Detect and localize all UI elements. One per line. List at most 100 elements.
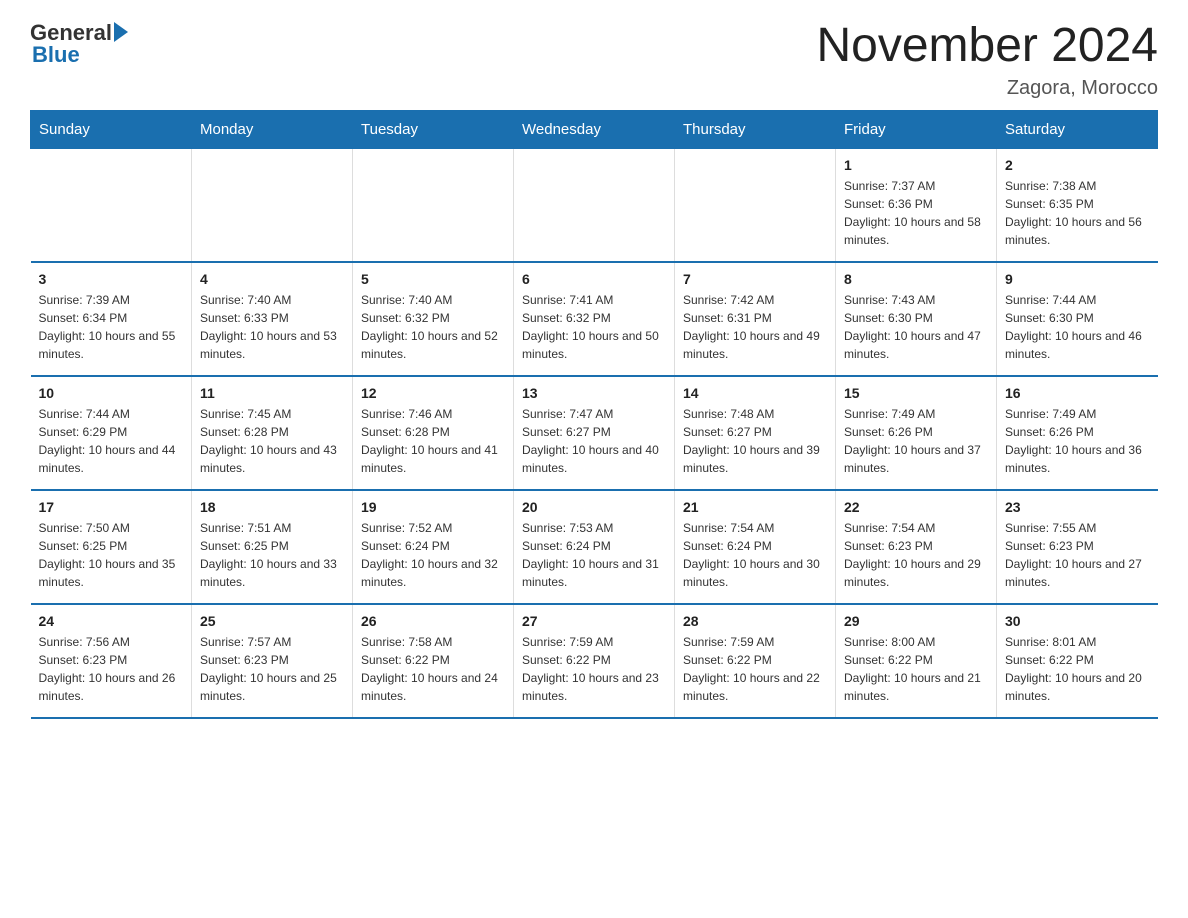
day-number: 13: [522, 385, 666, 401]
calendar-week-1: 1 Sunrise: 7:37 AMSunset: 6:36 PMDaylight…: [31, 148, 1158, 262]
day-number: 20: [522, 499, 666, 515]
day-number: 12: [361, 385, 505, 401]
calendar-day: 3 Sunrise: 7:39 AMSunset: 6:34 PMDaylight…: [31, 262, 192, 376]
day-info: Sunrise: 7:38 AMSunset: 6:35 PMDaylight:…: [1005, 177, 1150, 249]
calendar-day: 16 Sunrise: 7:49 AMSunset: 6:26 PMDayligh…: [997, 376, 1158, 490]
calendar-week-4: 17 Sunrise: 7:50 AMSunset: 6:25 PMDayligh…: [31, 490, 1158, 604]
day-info: Sunrise: 7:59 AMSunset: 6:22 PMDaylight:…: [522, 633, 666, 705]
calendar-day: 30Sunrise: 8:01 AMSunset: 6:22 PMDayligh…: [997, 604, 1158, 718]
day-number: 7: [683, 271, 827, 287]
day-number: 18: [200, 499, 344, 515]
day-info: Sunrise: 7:48 AMSunset: 6:27 PMDaylight:…: [683, 405, 827, 477]
calendar-week-3: 10 Sunrise: 7:44 AMSunset: 6:29 PMDayligh…: [31, 376, 1158, 490]
weekday-header-row: SundayMondayTuesdayWednesdayThursdayFrid…: [31, 110, 1158, 148]
day-info: Sunrise: 7:58 AMSunset: 6:22 PMDaylight:…: [361, 633, 505, 705]
logo-blue-text: Blue: [32, 42, 80, 68]
calendar-day: 6Sunrise: 7:41 AMSunset: 6:32 PMDaylight…: [514, 262, 675, 376]
day-number: 4: [200, 271, 344, 287]
day-info: Sunrise: 7:42 AMSunset: 6:31 PMDaylight:…: [683, 291, 827, 363]
day-info: Sunrise: 7:41 AMSunset: 6:32 PMDaylight:…: [522, 291, 666, 363]
calendar-header: SundayMondayTuesdayWednesdayThursdayFrid…: [31, 110, 1158, 148]
day-info: Sunrise: 7:46 AMSunset: 6:28 PMDaylight:…: [361, 405, 505, 477]
calendar-day: 13 Sunrise: 7:47 AMSunset: 6:27 PMDayligh…: [514, 376, 675, 490]
calendar-day: 22 Sunrise: 7:54 AMSunset: 6:23 PMDayligh…: [836, 490, 997, 604]
weekday-header-monday: Monday: [192, 110, 353, 148]
calendar-day: 17 Sunrise: 7:50 AMSunset: 6:25 PMDayligh…: [31, 490, 192, 604]
title-area: November 2024 Zagora, Morocco: [816, 20, 1158, 100]
day-info: Sunrise: 7:49 AMSunset: 6:26 PMDaylight:…: [844, 405, 988, 477]
calendar-day: 9Sunrise: 7:44 AMSunset: 6:30 PMDaylight…: [997, 262, 1158, 376]
day-number: 23: [1005, 499, 1150, 515]
calendar-day: 7 Sunrise: 7:42 AMSunset: 6:31 PMDaylight…: [675, 262, 836, 376]
calendar-body: 1 Sunrise: 7:37 AMSunset: 6:36 PMDaylight…: [31, 148, 1158, 718]
weekday-header-friday: Friday: [836, 110, 997, 148]
day-number: 16: [1005, 385, 1150, 401]
day-number: 17: [39, 499, 184, 515]
day-info: Sunrise: 7:56 AMSunset: 6:23 PMDaylight:…: [39, 633, 184, 705]
day-number: 26: [361, 613, 505, 629]
day-info: Sunrise: 7:57 AMSunset: 6:23 PMDaylight:…: [200, 633, 344, 705]
calendar-day: [675, 148, 836, 262]
calendar-day: [353, 148, 514, 262]
day-number: 25: [200, 613, 344, 629]
day-info: Sunrise: 7:51 AMSunset: 6:25 PMDaylight:…: [200, 519, 344, 591]
calendar-day: 8Sunrise: 7:43 AMSunset: 6:30 PMDaylight…: [836, 262, 997, 376]
day-number: 21: [683, 499, 827, 515]
logo-arrow-icon: [114, 22, 128, 42]
day-number: 11: [200, 385, 344, 401]
day-number: 22: [844, 499, 988, 515]
day-info: Sunrise: 7:40 AMSunset: 6:33 PMDaylight:…: [200, 291, 344, 363]
calendar-day: 14Sunrise: 7:48 AMSunset: 6:27 PMDayligh…: [675, 376, 836, 490]
calendar-day: 2 Sunrise: 7:38 AMSunset: 6:35 PMDaylight…: [997, 148, 1158, 262]
month-title: November 2024: [816, 20, 1158, 73]
page-header: General Blue November 2024 Zagora, Moroc…: [30, 20, 1158, 100]
location-label: Zagora, Morocco: [816, 77, 1158, 100]
day-info: Sunrise: 7:52 AMSunset: 6:24 PMDaylight:…: [361, 519, 505, 591]
calendar-table: SundayMondayTuesdayWednesdayThursdayFrid…: [30, 110, 1158, 719]
calendar-day: 28 Sunrise: 7:59 AMSunset: 6:22 PMDayligh…: [675, 604, 836, 718]
weekday-header-sunday: Sunday: [31, 110, 192, 148]
calendar-day: [514, 148, 675, 262]
day-info: Sunrise: 7:44 AMSunset: 6:29 PMDaylight:…: [39, 405, 184, 477]
day-number: 2: [1005, 157, 1150, 173]
weekday-header-tuesday: Tuesday: [353, 110, 514, 148]
day-info: Sunrise: 7:49 AMSunset: 6:26 PMDaylight:…: [1005, 405, 1150, 477]
day-number: 10: [39, 385, 184, 401]
day-number: 28: [683, 613, 827, 629]
calendar-day: 19 Sunrise: 7:52 AMSunset: 6:24 PMDayligh…: [353, 490, 514, 604]
day-number: 15: [844, 385, 988, 401]
calendar-week-5: 24 Sunrise: 7:56 AMSunset: 6:23 PMDayligh…: [31, 604, 1158, 718]
calendar-day: 26 Sunrise: 7:58 AMSunset: 6:22 PMDayligh…: [353, 604, 514, 718]
calendar-day: 10 Sunrise: 7:44 AMSunset: 6:29 PMDayligh…: [31, 376, 192, 490]
calendar-day: [31, 148, 192, 262]
calendar-day: 1 Sunrise: 7:37 AMSunset: 6:36 PMDaylight…: [836, 148, 997, 262]
logo: General Blue: [30, 20, 128, 68]
day-info: Sunrise: 7:37 AMSunset: 6:36 PMDaylight:…: [844, 177, 988, 249]
day-info: Sunrise: 7:40 AMSunset: 6:32 PMDaylight:…: [361, 291, 505, 363]
day-number: 1: [844, 157, 988, 173]
day-number: 19: [361, 499, 505, 515]
calendar-day: [192, 148, 353, 262]
day-number: 29: [844, 613, 988, 629]
day-number: 3: [39, 271, 184, 287]
day-info: Sunrise: 7:39 AMSunset: 6:34 PMDaylight:…: [39, 291, 184, 363]
weekday-header-thursday: Thursday: [675, 110, 836, 148]
calendar-week-2: 3 Sunrise: 7:39 AMSunset: 6:34 PMDaylight…: [31, 262, 1158, 376]
day-info: Sunrise: 7:50 AMSunset: 6:25 PMDaylight:…: [39, 519, 184, 591]
calendar-day: 15 Sunrise: 7:49 AMSunset: 6:26 PMDayligh…: [836, 376, 997, 490]
day-number: 24: [39, 613, 184, 629]
day-info: Sunrise: 7:55 AMSunset: 6:23 PMDaylight:…: [1005, 519, 1150, 591]
weekday-header-saturday: Saturday: [997, 110, 1158, 148]
day-number: 27: [522, 613, 666, 629]
calendar-day: 21 Sunrise: 7:54 AMSunset: 6:24 PMDayligh…: [675, 490, 836, 604]
day-info: Sunrise: 7:43 AMSunset: 6:30 PMDaylight:…: [844, 291, 988, 363]
day-info: Sunrise: 7:54 AMSunset: 6:23 PMDaylight:…: [844, 519, 988, 591]
calendar-day: 11Sunrise: 7:45 AMSunset: 6:28 PMDayligh…: [192, 376, 353, 490]
day-number: 30: [1005, 613, 1150, 629]
day-info: Sunrise: 7:54 AMSunset: 6:24 PMDaylight:…: [683, 519, 827, 591]
day-info: Sunrise: 7:44 AMSunset: 6:30 PMDaylight:…: [1005, 291, 1150, 363]
day-info: Sunrise: 7:47 AMSunset: 6:27 PMDaylight:…: [522, 405, 666, 477]
calendar-day: 4 Sunrise: 7:40 AMSunset: 6:33 PMDaylight…: [192, 262, 353, 376]
calendar-day: 24 Sunrise: 7:56 AMSunset: 6:23 PMDayligh…: [31, 604, 192, 718]
day-info: Sunrise: 7:59 AMSunset: 6:22 PMDaylight:…: [683, 633, 827, 705]
